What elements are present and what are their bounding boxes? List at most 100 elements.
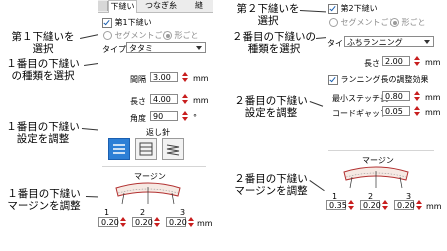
margin-number: 3 <box>180 208 186 217</box>
tab-underlay[interactable]: 下縫い <box>108 0 137 13</box>
margin-spinner-icon[interactable] <box>154 217 160 227</box>
margin-number: 1 <box>104 208 110 217</box>
unit-label: mm <box>425 58 441 67</box>
zigzag-lines-icon <box>113 144 125 154</box>
margin-input-1[interactable]: 0.35 <box>326 200 347 210</box>
backstitch-single-button[interactable] <box>135 138 157 160</box>
radio-shape[interactable]: 形ごと <box>390 17 426 28</box>
second-underlay-label: 第2下縫い <box>340 4 378 13</box>
margin-input-3[interactable]: 0.20 <box>394 200 415 210</box>
radio-shape[interactable]: 形ごと <box>163 30 199 41</box>
tab-label: 縫 <box>195 1 203 10</box>
length-spinner-icon[interactable] <box>182 94 188 104</box>
margin-input-3[interactable]: 0.20 <box>166 217 187 227</box>
margin-value: 0.35 <box>329 201 347 210</box>
radio-icon[interactable] <box>163 31 172 40</box>
margin-spinner-icon[interactable] <box>120 217 126 227</box>
angle-input[interactable]: 90 <box>150 111 178 121</box>
callout-line: 設定を調整 <box>16 133 70 145</box>
radio-icon[interactable] <box>329 18 338 27</box>
type-label: タイプ: <box>102 45 129 54</box>
length-label: 長さ <box>130 97 146 106</box>
spacing-spinner-icon[interactable] <box>182 72 188 82</box>
length-input[interactable]: 2.00 <box>382 56 410 66</box>
spacing-value: 3.00 <box>153 73 171 82</box>
unit-label: mm <box>197 219 213 228</box>
checkbox-icon[interactable] <box>328 3 338 14</box>
margin-spinner-icon[interactable] <box>188 217 194 227</box>
callout-line: １番目の下縫い <box>7 188 81 200</box>
min-stitch-label: 最小ステッチ長 <box>332 94 388 103</box>
parallel-lines-icon <box>139 142 153 156</box>
run-effect-label: ランニング長の調整効果 <box>340 75 429 84</box>
margin-input-2[interactable]: 0.20 <box>132 217 153 227</box>
spacing-input[interactable]: 3.00 <box>150 72 178 82</box>
angle-label: 角度 <box>130 114 146 123</box>
callout-line: １番目の下縫い <box>6 121 80 133</box>
margin-number: 2 <box>140 208 146 217</box>
corner-gap-input[interactable]: 0.05 <box>382 106 410 116</box>
callout-line: 選択 <box>257 15 279 27</box>
unit-label: mm <box>425 93 441 102</box>
radio-segment[interactable]: セグメントごと <box>329 17 397 28</box>
unit-label: mm <box>193 96 209 105</box>
length-value: 2.00 <box>385 57 403 66</box>
tab-prev-icon[interactable] <box>98 1 108 11</box>
callout-adjust-second-margin: ２番目の下縫い マージンを調整 <box>226 173 316 197</box>
corner-gap-value: 0.05 <box>385 107 403 116</box>
callout-line: の種類を選択 <box>11 70 75 82</box>
unit-label: mm <box>193 74 209 83</box>
min-stitch-input[interactable]: 0.80 <box>382 91 410 101</box>
radio-shape-label: 形ごと <box>401 18 426 27</box>
callout-line: 第１下縫いを <box>11 31 75 43</box>
first-underlay-checkbox[interactable]: 第1下縫い <box>102 17 152 28</box>
backstitch-double-button[interactable] <box>162 138 184 160</box>
callout-line: １番目の下縫い <box>6 58 80 70</box>
divider <box>102 166 206 167</box>
run-effect-checkbox[interactable]: ランニング長の調整効果 <box>328 74 429 85</box>
backstitch-none-button[interactable] <box>108 138 130 160</box>
angle-value: 90 <box>153 112 164 121</box>
corner-gap-spinner-icon[interactable] <box>414 106 420 116</box>
callout-select-second-underlay: 第２下縫いを 選択 <box>228 3 308 27</box>
type-dropdown[interactable]: タタミ <box>126 42 206 53</box>
length-input[interactable]: 4.00 <box>150 94 178 104</box>
chevron-down-icon <box>424 40 430 44</box>
radio-icon[interactable] <box>103 31 112 40</box>
margin-diagram-icon <box>343 166 409 189</box>
tab-more[interactable]: 縫 <box>187 0 211 12</box>
tab-connector[interactable]: つなぎ糸 <box>137 0 185 12</box>
leader-line <box>80 33 100 39</box>
callout-adjust-first-margin: １番目の下縫い マージンを調整 <box>2 188 86 212</box>
callout-line: 設定を調整 <box>244 107 298 119</box>
unit-label: mm <box>425 108 441 117</box>
checkbox-icon[interactable] <box>102 17 112 28</box>
chevron-down-icon <box>196 46 202 50</box>
type-dropdown[interactable]: ふちランニング <box>344 36 434 47</box>
callout-select-second-type: ２番目の下縫いの 種類を選択 <box>224 31 324 55</box>
type-value: ふちランニング <box>347 38 403 47</box>
callout-line: 第２下縫いを <box>236 3 300 15</box>
unit-label: mm <box>426 202 442 211</box>
length-spinner-icon[interactable] <box>414 56 420 66</box>
margin-input-2[interactable]: 0.20 <box>360 200 381 210</box>
callout-line: 選択 <box>32 43 54 55</box>
divider <box>328 150 434 151</box>
margin-spinner-icon[interactable] <box>348 200 354 210</box>
zigzag-icon <box>166 144 180 156</box>
degree-unit-label: ° <box>193 113 197 122</box>
min-stitch-spinner-icon[interactable] <box>414 91 420 101</box>
margin-input-1[interactable]: 0.20 <box>98 217 119 227</box>
margin-spinner-icon[interactable] <box>416 200 422 210</box>
tab-label: 下縫い <box>110 2 135 11</box>
margin-value: 0.20 <box>397 201 415 210</box>
radio-icon[interactable] <box>390 18 399 27</box>
checkbox-icon[interactable] <box>328 74 338 85</box>
second-underlay-checkbox[interactable]: 第2下縫い <box>328 3 378 14</box>
callout-select-first-type: １番目の下縫い の種類を選択 <box>2 58 84 82</box>
first-underlay-label: 第1下縫い <box>114 18 152 27</box>
angle-spinner-icon[interactable] <box>182 111 188 121</box>
first-underlay-panel: 下縫い つなぎ糸 縫 第1下縫い セグメントごと 形ごと タイプ: タタミ 間隔… <box>98 0 213 251</box>
margin-spinner-icon[interactable] <box>382 200 388 210</box>
radio-segment[interactable]: セグメントごと <box>103 30 171 41</box>
